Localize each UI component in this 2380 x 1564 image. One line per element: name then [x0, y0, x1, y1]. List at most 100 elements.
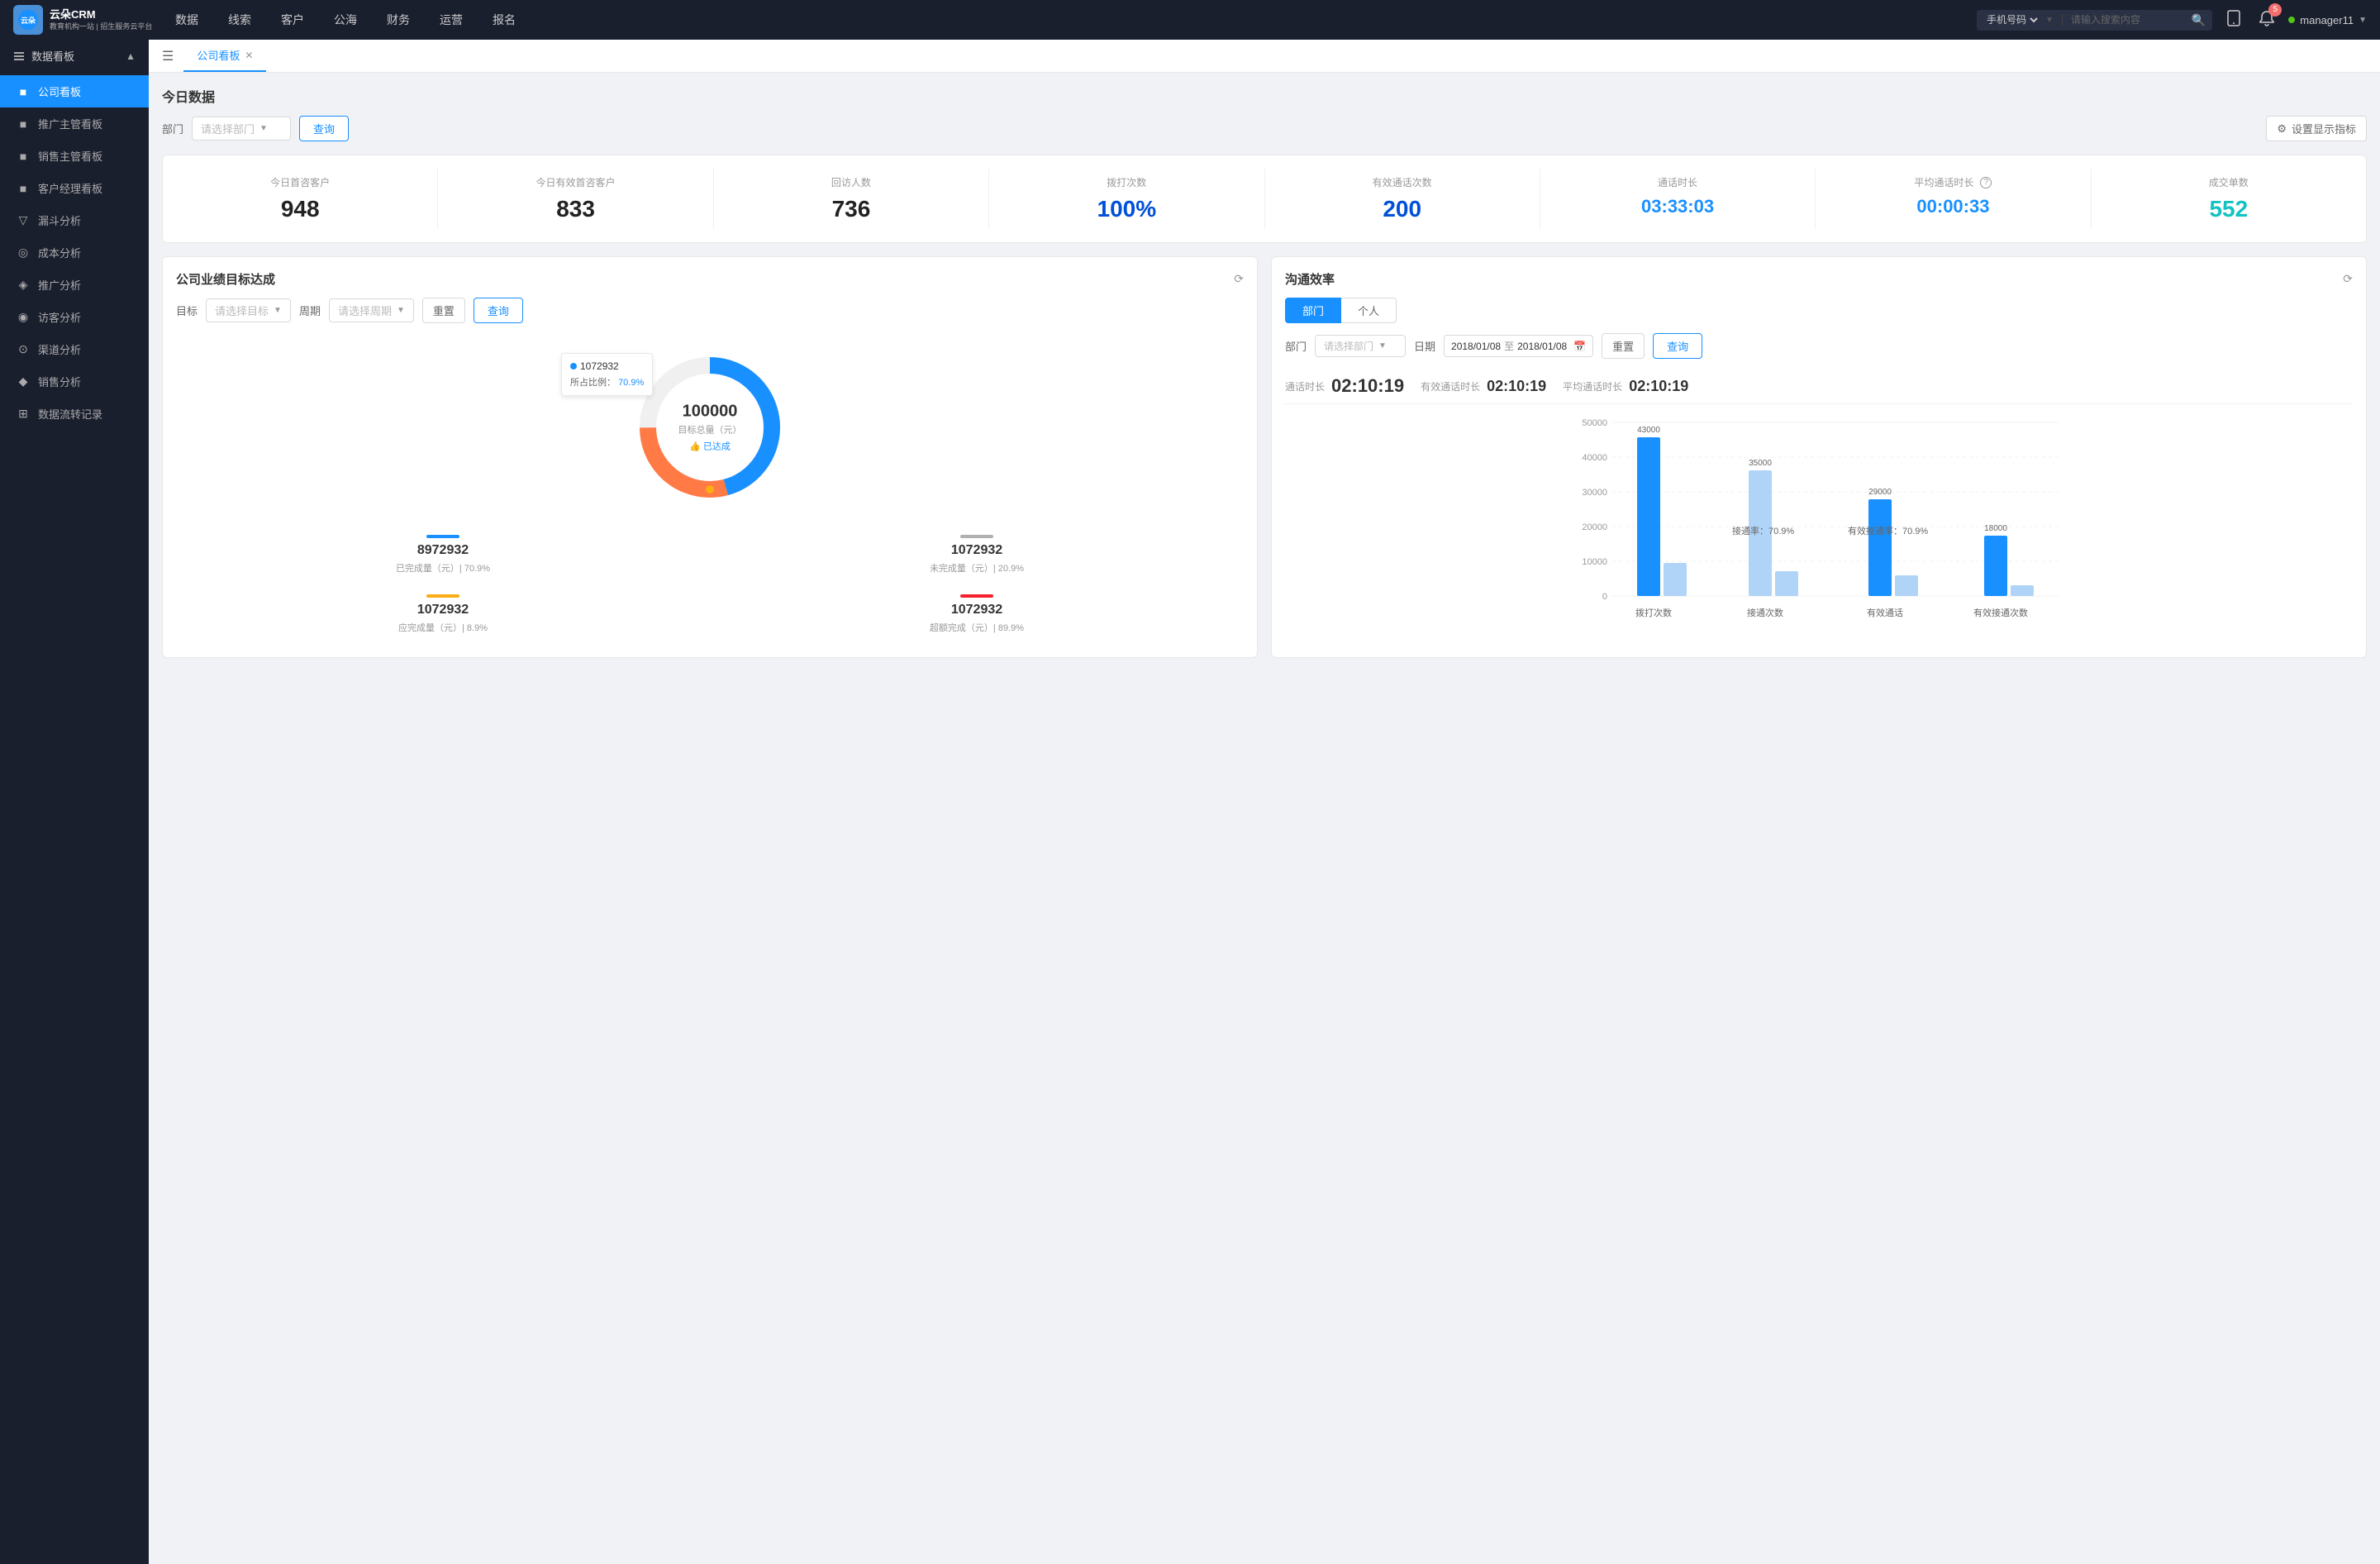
- user-info[interactable]: manager11 ▼: [2288, 14, 2367, 26]
- nav-data[interactable]: 数据: [162, 7, 212, 33]
- bar-chart: 50000 40000 30000 20000 10000 0 43000 拨打…: [1285, 414, 2353, 632]
- channel-icon: ⊙: [17, 342, 30, 356]
- goal-target-label: 目标: [176, 303, 198, 318]
- eff-reset-btn[interactable]: 重置: [1602, 333, 1645, 359]
- sidebar-toggle-btn[interactable]: ☰: [162, 48, 174, 64]
- username: manager11: [2300, 14, 2354, 26]
- goal-refresh-icon[interactable]: ⟳: [1234, 272, 1244, 286]
- sidebar-item-promotion-manager[interactable]: ■ 推广主管看板: [0, 107, 149, 140]
- goal-stat-value-2: 1072932: [183, 603, 703, 617]
- calendar-icon[interactable]: 📅: [1573, 341, 1586, 352]
- settings-icon: ⚙: [2277, 122, 2287, 136]
- user-dropdown-icon[interactable]: ▼: [2359, 16, 2367, 25]
- notification-icon[interactable]: 5: [2255, 7, 2278, 34]
- eff-dept-select[interactable]: 请选择部门 ▼: [1315, 335, 1406, 357]
- sidebar: 数据看板 ▲ ■ 公司看板 ■ 推广主管看板 ■ 销售主管看板 ■ 客户经理看板: [0, 40, 149, 1564]
- donut-chart: 1072932 所占比例： 70.9%: [627, 345, 793, 510]
- nav-enrollment[interactable]: 报名: [479, 7, 529, 33]
- avg-duration-value: 02:10:19: [1629, 378, 1688, 395]
- nav-icons: 手机号码 ▼ 🔍 5 manager11 ▼: [1977, 7, 2367, 34]
- goal-stat-line-3: [960, 594, 993, 598]
- goal-query-btn[interactable]: 查询: [474, 298, 523, 323]
- goal-stat-label-3: 超额完成（元）| 89.9%: [716, 621, 1237, 634]
- search-select[interactable]: 手机号码: [1983, 13, 2040, 26]
- dept-select[interactable]: 请选择部门 ▼: [192, 117, 291, 141]
- goal-stat-label-2: 应完成量（元）| 8.9%: [183, 621, 703, 634]
- goal-stat-2: 1072932 应完成量（元）| 8.9%: [176, 584, 710, 644]
- tablet-icon[interactable]: [2222, 7, 2245, 34]
- sidebar-item-data-flow[interactable]: ⊞ 数据流转记录: [0, 398, 149, 430]
- svg-text:20000: 20000: [1582, 522, 1607, 532]
- stat-label-5: 通话时长: [1554, 175, 1802, 189]
- sidebar-item-channel[interactable]: ⊙ 渠道分析: [0, 333, 149, 365]
- avg-duration-label: 平均通话时长: [1563, 379, 1622, 393]
- svg-text:云朵: 云朵: [21, 17, 36, 25]
- search-box: 手机号码 ▼ 🔍: [1977, 10, 2212, 31]
- sidebar-collapse-icon[interactable]: ▲: [126, 50, 136, 62]
- eff-query-btn[interactable]: 查询: [1653, 333, 1702, 359]
- tab-label: 公司看板: [197, 47, 240, 63]
- eff-tab-dept[interactable]: 部门: [1285, 298, 1341, 323]
- sidebar-item-label-6: 推广分析: [38, 277, 81, 293]
- stat-label-0: 今日首咨客户: [176, 175, 424, 189]
- eff-dept-label: 部门: [1285, 338, 1307, 354]
- cost-icon: ◎: [17, 246, 30, 260]
- sidebar-item-cost[interactable]: ◎ 成本分析: [0, 236, 149, 269]
- goal-target-chevron: ▼: [274, 306, 282, 315]
- goal-stat-line-1: [960, 535, 993, 538]
- nav-customers[interactable]: 客户: [268, 7, 317, 33]
- sidebar-item-sales-analysis[interactable]: ◆ 销售分析: [0, 365, 149, 398]
- sidebar-item-company-board[interactable]: ■ 公司看板: [0, 75, 149, 107]
- svg-text:有效接通次数: 有效接通次数: [1973, 607, 2028, 618]
- notification-badge: 5: [2268, 3, 2282, 17]
- tab-close-icon[interactable]: ✕: [245, 50, 253, 61]
- nav-public-sea[interactable]: 公海: [321, 7, 370, 33]
- eff-dept-chevron: ▼: [1378, 341, 1387, 350]
- date-end: 2018/01/08: [1517, 341, 1567, 352]
- eff-refresh-icon[interactable]: ⟳: [2343, 272, 2353, 286]
- sidebar-item-visitor[interactable]: ◉ 访客分析: [0, 301, 149, 333]
- online-indicator: [2288, 17, 2295, 23]
- eff-date-range[interactable]: 2018/01/08 至 2018/01/08 📅: [1444, 335, 1593, 357]
- bar-dial-count-light: [1664, 563, 1687, 596]
- call-duration-value: 02:10:19: [1331, 375, 1404, 397]
- today-section-title: 今日数据: [162, 86, 2367, 106]
- stat-value-5: 03:33:03: [1554, 196, 1802, 217]
- goal-target-select[interactable]: 请选择目标 ▼: [206, 298, 291, 322]
- visitor-icon: ◉: [17, 310, 30, 324]
- nav-leads[interactable]: 线索: [215, 7, 264, 33]
- account-manager-icon: ■: [17, 182, 30, 195]
- date-separator: 至: [1504, 339, 1514, 353]
- goal-period-text: 请选择周期: [338, 303, 392, 318]
- nav-operations[interactable]: 运营: [426, 7, 476, 33]
- help-icon: ?: [1980, 177, 1992, 188]
- svg-text:接通率：70.9%: 接通率：70.9%: [1732, 525, 1794, 536]
- goal-reset-btn[interactable]: 重置: [422, 298, 465, 323]
- sidebar-item-label-2: 销售主管看板: [38, 148, 102, 164]
- eff-tab-person[interactable]: 个人: [1341, 298, 1397, 323]
- tab-company-board[interactable]: 公司看板 ✕: [183, 40, 266, 72]
- sidebar-group-header[interactable]: 数据看板 ▲: [0, 40, 149, 72]
- bar-effective-calls: [1868, 499, 1892, 596]
- sidebar-item-account-manager[interactable]: ■ 客户经理看板: [0, 172, 149, 204]
- search-input[interactable]: [2071, 14, 2187, 26]
- goal-period-label: 周期: [299, 303, 321, 318]
- nav-finance[interactable]: 财务: [374, 7, 423, 33]
- today-query-btn[interactable]: 查询: [299, 116, 349, 141]
- settings-display-btn[interactable]: ⚙ 设置显示指标: [2266, 116, 2367, 141]
- stat-value-7: 552: [2105, 196, 2353, 222]
- nav-items: 数据 线索 客户 公海 财务 运营 报名: [162, 7, 1977, 33]
- donut-area: 1072932 所占比例： 70.9%: [176, 336, 1244, 518]
- goal-period-select[interactable]: 请选择周期 ▼: [329, 298, 414, 322]
- stat-call-duration: 通话时长 03:33:03: [1540, 169, 1816, 229]
- eff-date-label: 日期: [1414, 338, 1435, 354]
- search-icon[interactable]: 🔍: [2192, 13, 2206, 27]
- sidebar-item-promotion-analysis[interactable]: ◈ 推广分析: [0, 269, 149, 301]
- date-start: 2018/01/08: [1451, 341, 1501, 352]
- sidebar-item-sales-manager[interactable]: ■ 销售主管看板: [0, 140, 149, 172]
- time-stats-row: 通话时长 02:10:19 有效通话时长 02:10:19 平均通话时长 02:…: [1285, 369, 2353, 404]
- svg-text:10000: 10000: [1582, 557, 1607, 567]
- sidebar-item-funnel[interactable]: ▽ 漏斗分析: [0, 204, 149, 236]
- stat-label-2: 回访人数: [727, 175, 975, 189]
- goal-stat-value-0: 8972932: [183, 543, 703, 558]
